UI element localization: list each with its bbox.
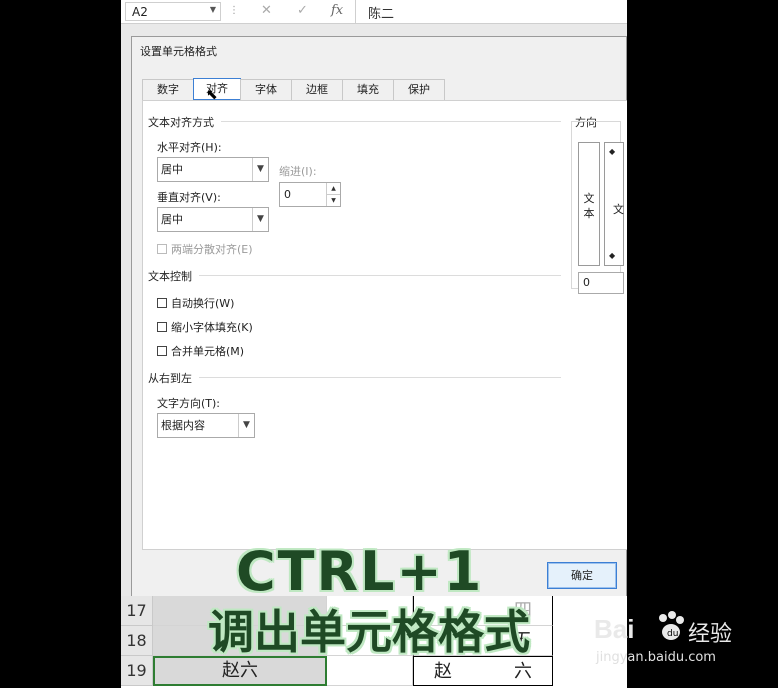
checkbox-box[interactable] [157,244,167,254]
degree-input[interactable]: 0 [578,272,624,294]
horizontal-align-label: 水平对齐(H): [157,141,222,154]
row-header-18[interactable]: 18 [121,626,153,656]
dial-bottom-marker-icon: ◆ [609,251,616,260]
tab-fill[interactable]: 填充 [342,79,394,100]
wrap-text-checkbox[interactable]: 自动换行(W) [157,295,234,311]
justify-distributed-checkbox[interactable]: 两端分散对齐(E) [157,241,253,257]
justify-distributed-label: 两端分散对齐(E) [171,243,253,256]
tab-border[interactable]: 边框 [291,79,343,100]
shrink-to-fit-checkbox[interactable]: 缩小字体填充(K) [157,319,253,335]
merge-cells-checkbox[interactable]: 合并单元格(M) [157,343,244,359]
caption-shortcut: CTRL+1 [236,540,484,603]
vertical-align-select[interactable]: 居中 ▼ [157,207,269,232]
alignment-panel: 文本对齐方式 水平对齐(H): 居中 ▼ 缩进(I): 0 ▲ ▼ 垂直对齐(V… [142,100,627,550]
shrink-to-fit-label: 缩小字体填充(K) [171,321,253,334]
vertical-align-label: 垂直对齐(V): [157,191,221,204]
tab-font[interactable]: 字体 [240,79,292,100]
cancel-icon[interactable]: ✕ [261,3,272,18]
row-header-17[interactable]: 17 [121,596,153,626]
wrap-text-label: 自动换行(W) [171,297,235,310]
chevron-down-icon[interactable]: ▼ [252,158,268,181]
section-divider [199,275,561,276]
chevron-down-icon[interactable]: ▼ [238,414,254,437]
checkbox-box[interactable] [157,322,167,332]
name-box[interactable]: A2 ▼ [125,2,221,21]
more-options-icon: ⋮ [229,5,239,16]
stepper-down-icon[interactable]: ▼ [327,194,340,205]
orientation-dial[interactable]: ◆ 文 ◆ [604,142,624,266]
svg-text:du: du [667,629,678,639]
checkbox-box[interactable] [157,298,167,308]
horizontal-align-select[interactable]: 居中 ▼ [157,157,269,182]
dial-text-char: 文 [613,203,624,216]
tab-number[interactable]: 数字 [142,79,194,100]
stepper-buttons: ▲ ▼ [326,183,340,206]
text-direction-value: 根据内容 [161,419,205,432]
insert-function-icon[interactable]: fx [331,3,343,18]
vertical-text-char-1: 文 [583,192,595,205]
stepper-up-icon[interactable]: ▲ [327,183,340,194]
watermark-suffix: 经验 [688,622,733,647]
formula-input[interactable]: 陈二 [355,0,627,23]
section-divider [221,121,561,122]
text-control-title: 文本控制 [148,270,192,283]
text-alignment-title: 文本对齐方式 [148,116,214,129]
orientation-box: 文 本 ◆ 文 ◆ 0 [571,121,624,294]
dial-top-marker-icon: ◆ [609,147,616,156]
right-to-left-title: 从右到左 [148,372,192,385]
chevron-down-icon[interactable]: ▼ [252,208,268,231]
indent-label: 缩进(I): [279,165,317,178]
enter-check-icon[interactable]: ✓ [297,3,308,18]
checkbox-box[interactable] [157,346,167,356]
paw-icon: du [659,611,684,640]
dialog-title: 设置单元格格式 [140,45,217,58]
indent-stepper[interactable]: 0 ▲ ▼ [279,182,341,207]
formula-bar: A2 ▼ ⋮ ✕ ✓ fx 陈二 [121,0,627,24]
vertical-text-option[interactable]: 文 本 [578,142,600,266]
indent-value: 0 [284,188,291,201]
caption-description: 调出单元格格式 [208,605,530,659]
watermark-url: jingyan.baidu.com [596,650,716,665]
merge-cells-label: 合并单元格(M) [171,345,245,358]
name-box-value: A2 [132,5,148,19]
ok-button[interactable]: 确定 [547,562,617,589]
format-cells-dialog: 设置单元格格式 数字 对齐 字体 边框 填充 保护 ⬉ 文本对齐方式 水平对齐(… [131,36,627,599]
vertical-align-value: 居中 [161,213,183,226]
chevron-down-icon[interactable]: ▼ [210,5,216,14]
tab-protection[interactable]: 保护 [393,79,445,100]
text-direction-label: 文字方向(T): [157,397,221,410]
watermark-logo-text: Bai [594,614,635,644]
horizontal-align-value: 居中 [161,163,183,176]
baidu-watermark: Bai du 经验 jingyan.baidu.com [586,604,766,674]
text-direction-select[interactable]: 根据内容 ▼ [157,413,255,438]
vertical-text-char-2: 本 [583,207,595,220]
section-divider [199,377,561,378]
row-header-19[interactable]: 19 [121,656,153,686]
